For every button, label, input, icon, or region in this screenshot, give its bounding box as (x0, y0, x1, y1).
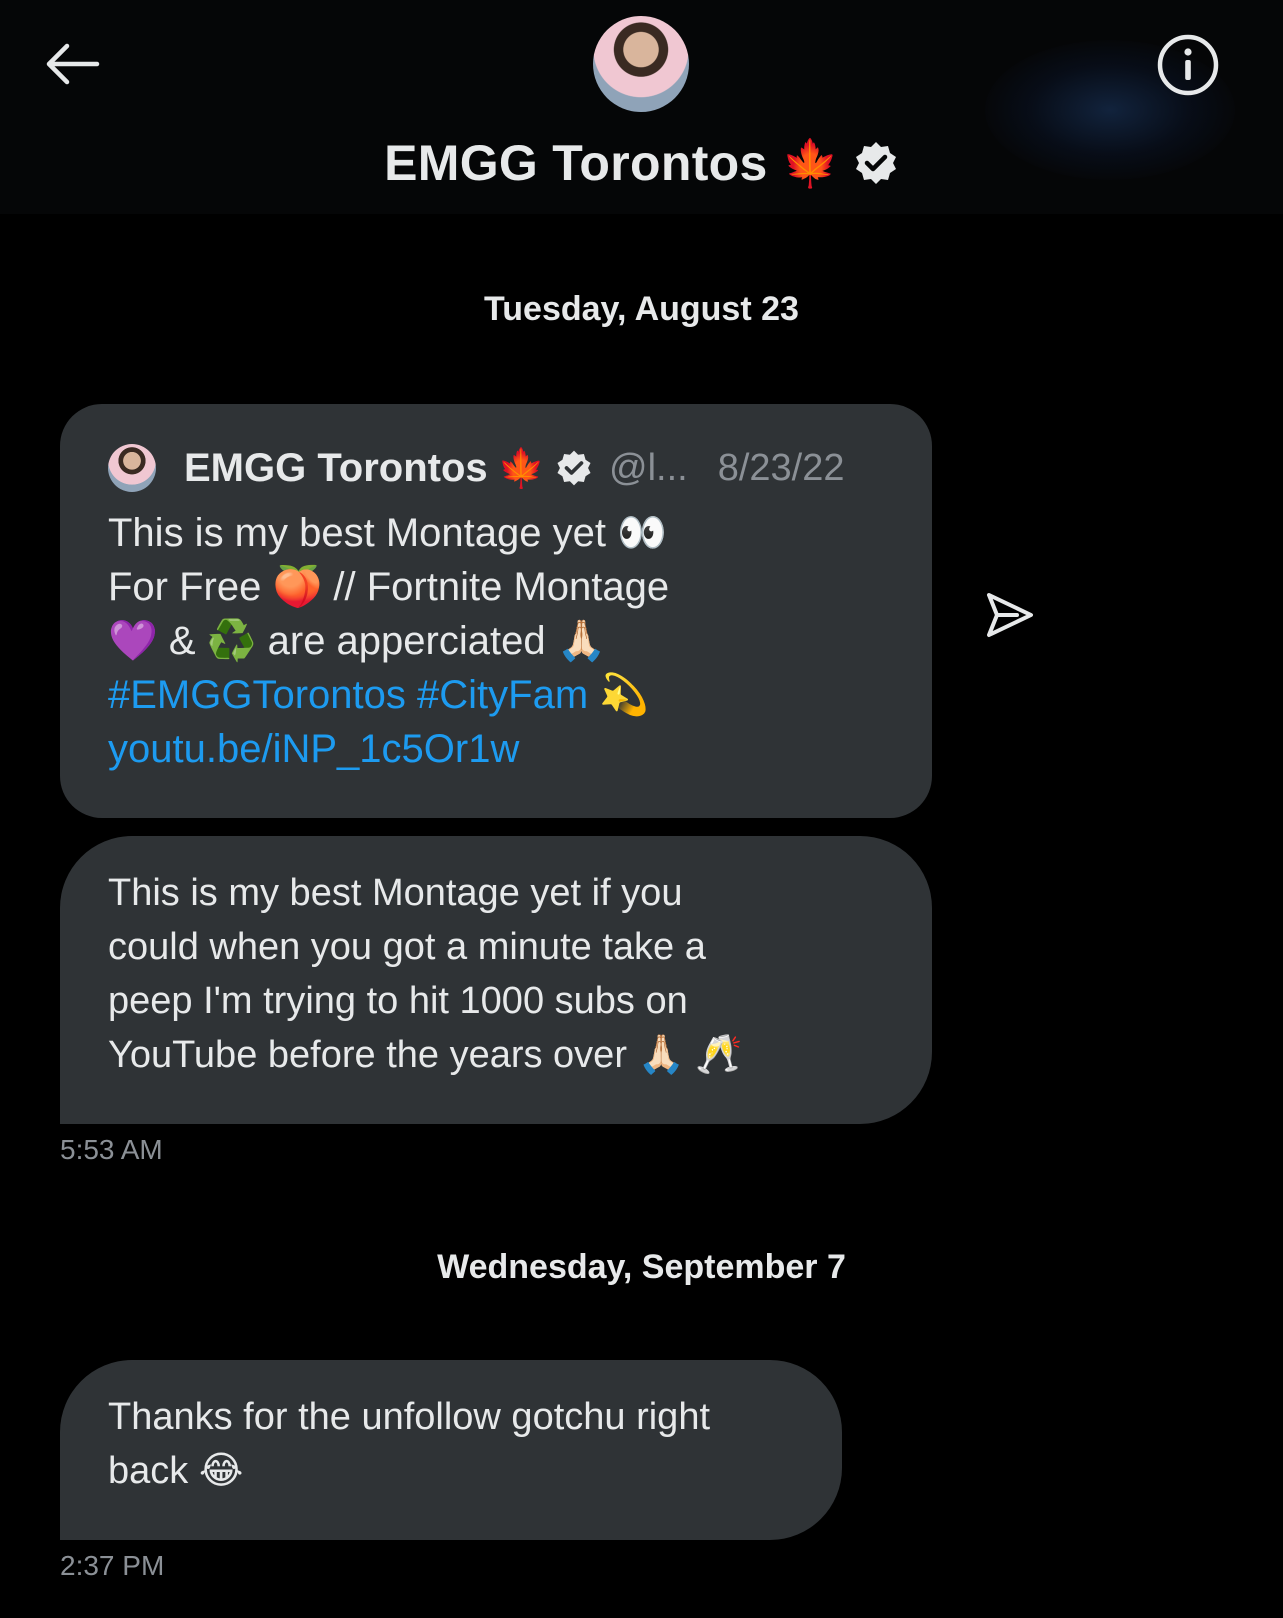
tweet-hashtags[interactable]: #EMGGTorontos #CityFam (108, 673, 588, 717)
share-tweet-button[interactable] (978, 584, 1040, 646)
info-icon (1157, 34, 1219, 96)
shared-tweet-card[interactable]: EMGG Torontos 🍁 @l... 8/23/22 This is my… (60, 404, 932, 818)
tweet-line: 💜 & ♻️ are apperciated 🙏🏻 (108, 619, 607, 663)
tweet-link[interactable]: youtu.be/iNP_1c5Or1w (108, 722, 908, 776)
date-separator: Wednesday, September 7 (437, 1248, 846, 1286)
message-line: back 😂 (108, 1450, 244, 1492)
maple-leaf-emoji: 🍁 (781, 135, 839, 190)
verified-badge-icon (557, 450, 591, 486)
message-bubble[interactable]: Thanks for the unfollow gotchu right bac… (60, 1360, 842, 1540)
shared-tweet-header: EMGG Torontos 🍁 @l... 8/23/22 (108, 440, 888, 496)
date-separator: Tuesday, August 23 (484, 290, 799, 328)
maple-leaf-emoji: 🍁 (497, 445, 545, 490)
conversation-header: EMGG Torontos 🍁 (0, 0, 1283, 214)
tweet-date: 8/23/22 (717, 446, 845, 489)
back-arrow-icon (46, 43, 100, 85)
tweet-hashtag-line: #EMGGTorontos #CityFam 💫 (108, 668, 908, 722)
profile-name: EMGG Torontos (384, 135, 768, 191)
verified-badge-icon (855, 142, 896, 184)
dm-conversation-screen: EMGG Torontos 🍁 Tuesday, August 23 EMGG … (0, 0, 1283, 1618)
profile-avatar[interactable] (593, 16, 689, 112)
tweet-line: For Free 🍑 // Fortnite Montage (108, 565, 670, 609)
tweet-author-avatar (108, 444, 156, 492)
tweet-author-handle: @l... (609, 446, 688, 489)
dizzy-emoji: 💫 (599, 672, 650, 718)
message-line: YouTube before the years over 🙏🏻 🥂 (108, 1034, 743, 1076)
shared-tweet-text: This is my best Montage yet 👀 For Free 🍑… (108, 506, 908, 776)
back-button[interactable] (36, 34, 110, 94)
message-line: could when you got a minute take a (108, 926, 706, 968)
message-line: This is my best Montage yet if you (108, 872, 683, 914)
info-button[interactable] (1155, 32, 1221, 98)
send-icon (987, 593, 1033, 637)
message-timestamp: 5:53 AM (60, 1134, 163, 1165)
tweet-line: This is my best Montage yet 👀 (108, 511, 667, 555)
message-bubble[interactable]: This is my best Montage yet if you could… (60, 836, 932, 1124)
conversation-title[interactable]: EMGG Torontos 🍁 (0, 128, 1283, 198)
message-line: Thanks for the unfollow gotchu right (108, 1396, 711, 1438)
message-timestamp: 2:37 PM (60, 1550, 165, 1581)
tweet-author-name: EMGG Torontos (184, 445, 488, 490)
message-line: peep I'm trying to hit 1000 subs on (108, 980, 688, 1022)
